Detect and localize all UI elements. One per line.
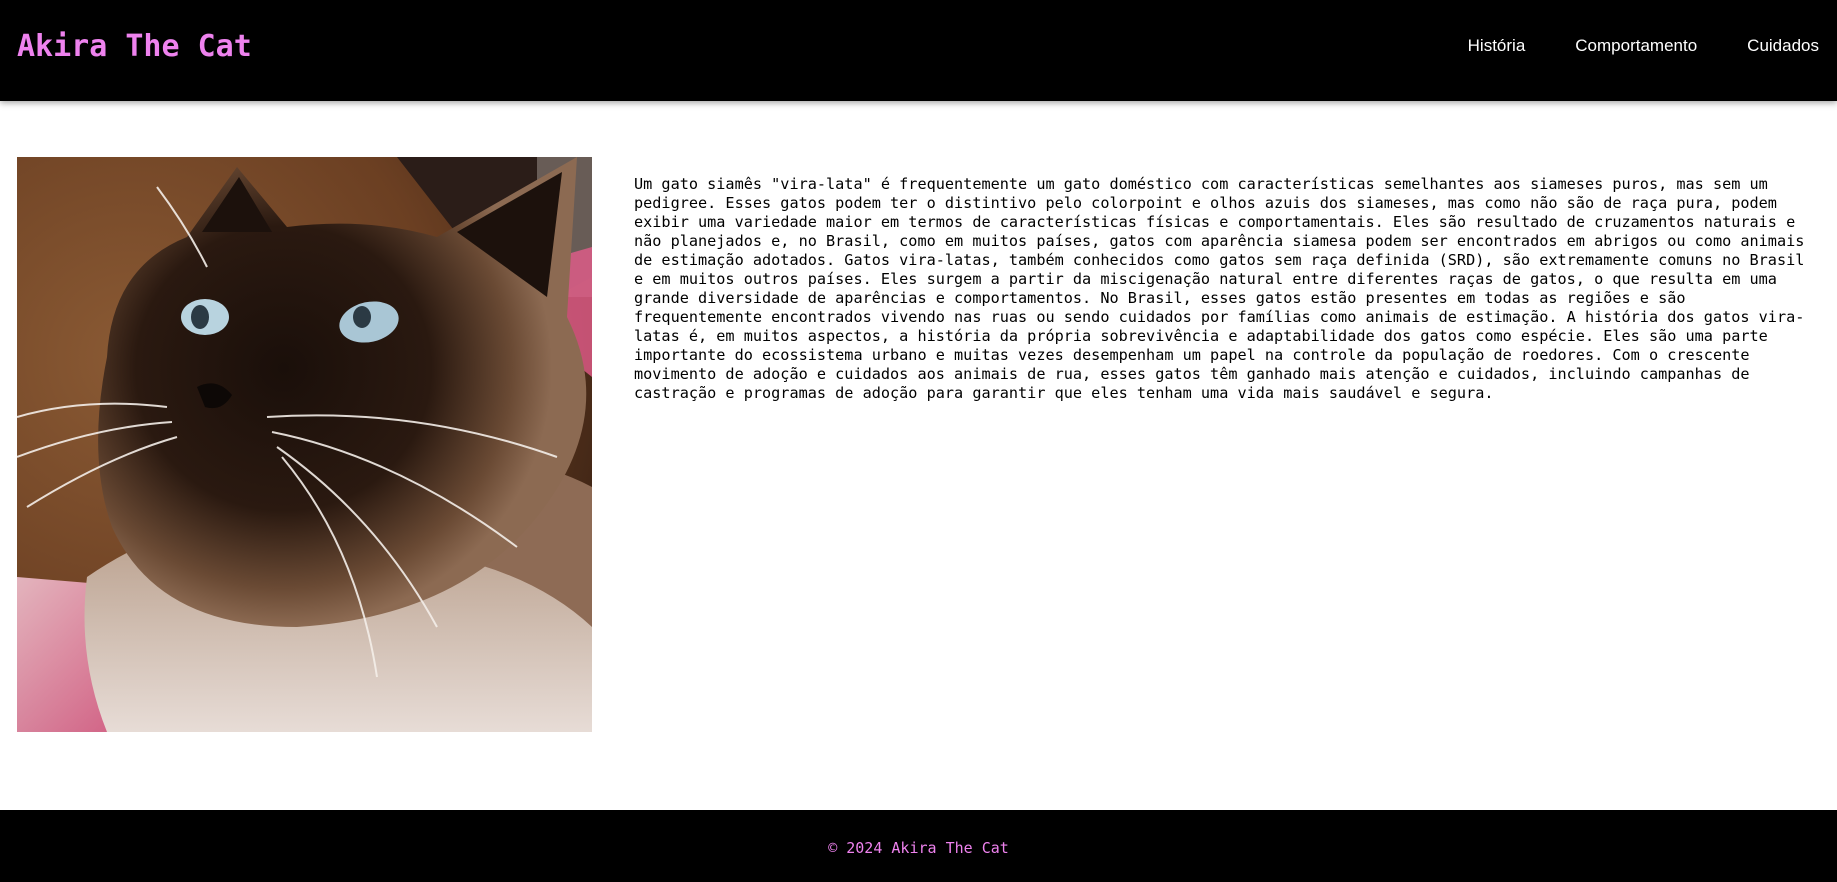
nav-link-cuidados[interactable]: Cuidados: [1747, 35, 1819, 57]
site-footer: © 2024 Akira The Cat: [0, 810, 1837, 882]
site-title[interactable]: Akira The Cat: [17, 29, 252, 65]
copyright-text: © 2024 Akira The Cat: [828, 839, 1009, 857]
cat-photo: [17, 157, 592, 732]
cat-description: Um gato siamês "vira-lata" é frequenteme…: [634, 175, 1805, 402]
nav-link-historia[interactable]: História: [1468, 35, 1526, 57]
main-nav: História Comportamento Cuidados: [1468, 35, 1819, 57]
site-header: Akira The Cat História Comportamento Cui…: [0, 0, 1837, 101]
nav-link-comportamento[interactable]: Comportamento: [1575, 35, 1697, 57]
